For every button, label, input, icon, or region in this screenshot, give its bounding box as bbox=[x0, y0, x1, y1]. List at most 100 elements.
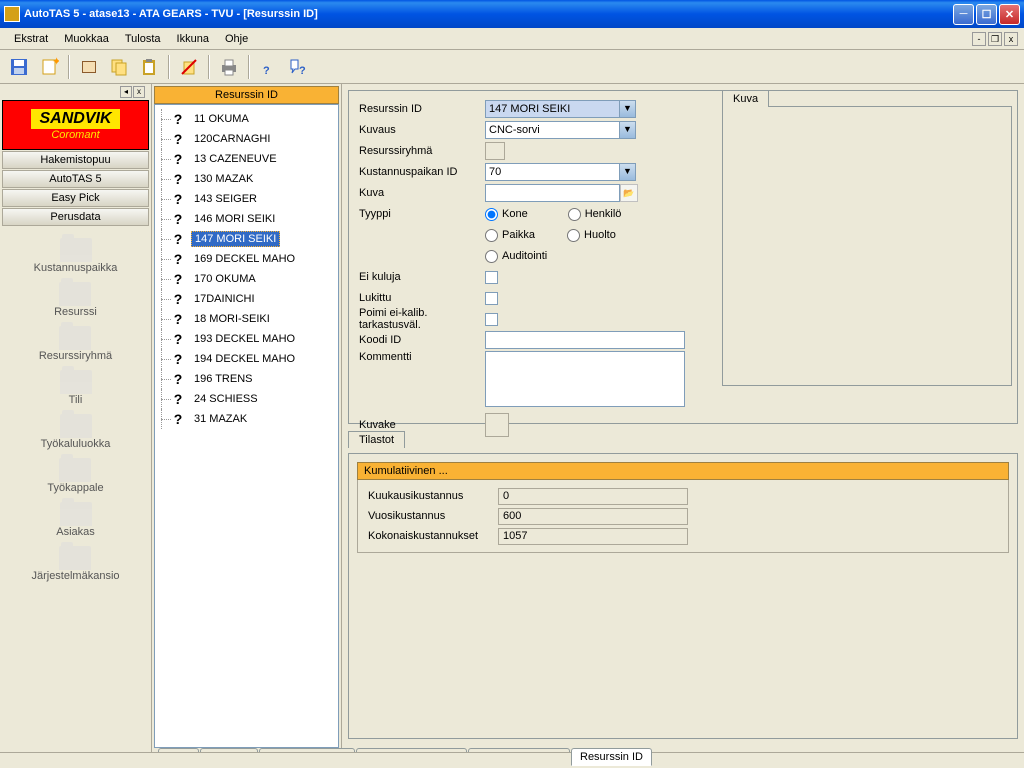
menu-ohje[interactable]: Ohje bbox=[217, 31, 256, 47]
tree-body[interactable]: ?11 OKUMA?120CARNAGHI?13 CAZENEUVE?130 M… bbox=[154, 104, 339, 748]
question-icon: ? bbox=[171, 291, 185, 307]
book-icon[interactable] bbox=[76, 54, 102, 80]
mdi-restore[interactable]: ❐ bbox=[988, 32, 1002, 46]
tree-label: 193 DECKEL MAHO bbox=[191, 332, 298, 346]
folder-icon bbox=[59, 458, 91, 482]
copy-icon[interactable] bbox=[106, 54, 132, 80]
radio-huolto[interactable]: Huolto bbox=[567, 229, 616, 242]
tree-node[interactable]: ? 194 DECKEL MAHO bbox=[157, 349, 336, 369]
input-kommentti[interactable] bbox=[485, 351, 685, 407]
label-resurssin-id: Resurssin ID bbox=[359, 103, 485, 115]
tab-kuva[interactable]: Kuva bbox=[722, 90, 769, 107]
tree-node[interactable]: ?24 SCHIESS bbox=[157, 389, 336, 409]
folder-icon bbox=[60, 502, 92, 526]
tree-node[interactable]: ?170 OKUMA bbox=[157, 269, 336, 289]
menu-ekstrat[interactable]: Ekstrat bbox=[6, 31, 56, 47]
question-icon: ? bbox=[171, 231, 185, 247]
help-icon[interactable]: ? bbox=[256, 54, 282, 80]
tree-node[interactable]: ?17DAINICHI bbox=[157, 289, 336, 309]
radio-paikka[interactable]: Paikka bbox=[485, 229, 535, 242]
dropdown-icon[interactable]: ▼ bbox=[620, 121, 636, 139]
nav-item[interactable]: Tili bbox=[60, 370, 92, 406]
menu-tulosta[interactable]: Tulosta bbox=[117, 31, 169, 47]
check-poimi[interactable] bbox=[485, 313, 498, 326]
nav-item-label: Asiakas bbox=[56, 526, 95, 538]
menu-ikkuna[interactable]: Ikkuna bbox=[169, 31, 217, 47]
question-icon: ? bbox=[171, 111, 185, 127]
tree-label: 147 MORI SEIKI bbox=[191, 231, 280, 247]
nav-button[interactable]: Hakemistopuu bbox=[2, 151, 149, 169]
label-lukittu: Lukittu bbox=[359, 292, 485, 304]
nav-button[interactable]: AutoTAS 5 bbox=[2, 170, 149, 188]
input-kuvaus[interactable] bbox=[485, 121, 620, 139]
folder-icon bbox=[60, 238, 92, 262]
print-icon[interactable] bbox=[216, 54, 242, 80]
input-koodi-id[interactable] bbox=[485, 331, 685, 349]
tree-node[interactable]: ?196 TRENS bbox=[157, 369, 336, 389]
input-resurssiryhma[interactable] bbox=[485, 142, 505, 160]
tree-node[interactable]: ?11 OKUMA bbox=[157, 109, 336, 129]
delete-icon[interactable] bbox=[176, 54, 202, 80]
dropdown-icon[interactable]: ▼ bbox=[620, 163, 636, 181]
sidebar-close-icon[interactable]: x bbox=[133, 86, 145, 98]
question-icon: ? bbox=[171, 351, 185, 367]
kuvake-box[interactable] bbox=[485, 413, 509, 437]
input-resurssin-id[interactable] bbox=[485, 100, 620, 118]
tree-node[interactable]: ? 147 MORI SEIKI bbox=[157, 229, 336, 249]
kuva-body bbox=[722, 106, 1012, 386]
tree-node[interactable]: ?193 DECKEL MAHO bbox=[157, 329, 336, 349]
tree-label: 194 DECKEL MAHO bbox=[191, 352, 298, 366]
tree-label: 24 SCHIESS bbox=[191, 392, 261, 406]
tab-tilastot[interactable]: Tilastot bbox=[348, 431, 405, 448]
tree-node[interactable]: ?120CARNAGHI bbox=[157, 129, 336, 149]
label-poimi: Poimi ei-kalib. tarkastusväl. bbox=[359, 307, 485, 331]
nav-item[interactable]: Resurssiryhmä bbox=[39, 326, 112, 362]
nav-item[interactable]: Työkaluluokka bbox=[41, 414, 111, 450]
whats-this-icon[interactable]: ? bbox=[286, 54, 312, 80]
close-button[interactable]: ✕ bbox=[999, 4, 1020, 25]
nav-button[interactable]: Perusdata bbox=[2, 208, 149, 226]
check-ei-kuluja[interactable] bbox=[485, 271, 498, 284]
radio-henkilo[interactable]: Henkilö bbox=[568, 208, 622, 221]
logo-main: SANDVIK bbox=[31, 109, 119, 129]
label-kuva: Kuva bbox=[359, 187, 485, 199]
minimize-button[interactable]: ─ bbox=[953, 4, 974, 25]
nav-item[interactable]: Järjestelmäkansio bbox=[31, 546, 119, 582]
radio-auditointi[interactable]: Auditointi bbox=[485, 250, 547, 263]
mdi-minimize[interactable]: - bbox=[972, 32, 986, 46]
dropdown-icon[interactable]: ▼ bbox=[620, 100, 636, 118]
tree-node[interactable]: ?18 MORI-SEIKI bbox=[157, 309, 336, 329]
mdi-close[interactable]: x bbox=[1004, 32, 1018, 46]
input-kuva[interactable] bbox=[485, 184, 620, 202]
value-vuosikustannus bbox=[498, 508, 688, 525]
question-icon: ? bbox=[171, 311, 185, 327]
tree-node[interactable]: ?31 MAZAK bbox=[157, 409, 336, 429]
tree-node[interactable]: ?146 MORI SEIKI bbox=[157, 209, 336, 229]
browse-icon[interactable]: 📂 bbox=[620, 184, 638, 202]
svg-text:✦: ✦ bbox=[52, 57, 59, 68]
input-kustannuspaikan-id[interactable] bbox=[485, 163, 620, 181]
sidebar-pin-icon[interactable]: ◂ bbox=[120, 86, 132, 98]
bottom-tab[interactable]: Resurssin ID bbox=[571, 748, 652, 766]
save-icon[interactable] bbox=[6, 54, 32, 80]
svg-text:?: ? bbox=[263, 65, 270, 77]
maximize-button[interactable]: ☐ bbox=[976, 4, 997, 25]
menu-muokkaa[interactable]: Muokkaa bbox=[56, 31, 117, 47]
paste-icon[interactable] bbox=[136, 54, 162, 80]
nav-item-label: Järjestelmäkansio bbox=[31, 570, 119, 582]
nav-item[interactable]: Työkappale bbox=[47, 458, 103, 494]
tree-node[interactable]: ?143 SEIGER bbox=[157, 189, 336, 209]
tree-node[interactable]: ?130 MAZAK bbox=[157, 169, 336, 189]
nav-item[interactable]: Resurssi bbox=[54, 282, 97, 318]
nav-item[interactable]: Kustannuspaikka bbox=[34, 238, 118, 274]
new-icon[interactable]: ✦ bbox=[36, 54, 62, 80]
tree-node[interactable]: ?169 DECKEL MAHO bbox=[157, 249, 336, 269]
nav-button[interactable]: Easy Pick bbox=[2, 189, 149, 207]
label-kommentti: Kommentti bbox=[359, 351, 485, 363]
nav-item[interactable]: Asiakas bbox=[56, 502, 95, 538]
radio-kone[interactable]: Kone bbox=[485, 208, 528, 221]
tree-label: 13 CAZENEUVE bbox=[191, 152, 280, 166]
check-lukittu[interactable] bbox=[485, 292, 498, 305]
tree-node[interactable]: ?13 CAZENEUVE bbox=[157, 149, 336, 169]
question-icon: ? bbox=[171, 171, 185, 187]
